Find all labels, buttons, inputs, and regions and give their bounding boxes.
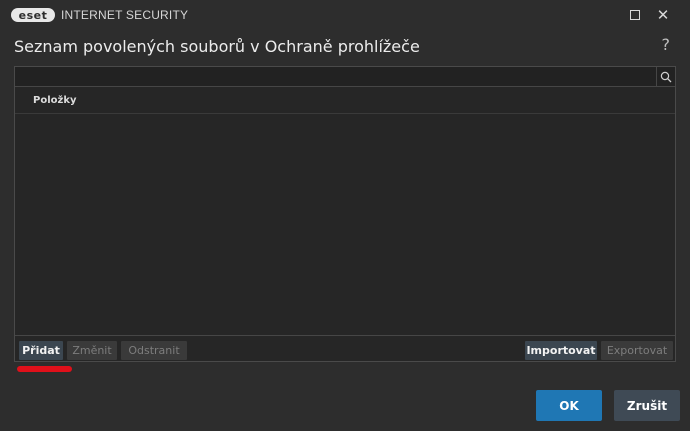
eset-logo: eset bbox=[11, 8, 55, 22]
list-toolbar: Přidat Změnit Odstranit Importovat Expor… bbox=[15, 335, 675, 361]
ok-button[interactable]: OK bbox=[536, 390, 602, 421]
items-list[interactable] bbox=[15, 115, 675, 335]
maximize-button[interactable] bbox=[624, 4, 646, 26]
help-icon[interactable]: ? bbox=[662, 35, 671, 54]
search-icon bbox=[660, 71, 672, 82]
export-button[interactable]: Exportovat bbox=[601, 341, 673, 360]
file-list-panel: Položky Přidat Změnit Odstranit Importov… bbox=[14, 66, 676, 362]
column-header-label: Položky bbox=[33, 95, 77, 106]
cancel-button[interactable]: Zrušit bbox=[614, 390, 680, 421]
dialog-title: Seznam povolených souborů v Ochraně proh… bbox=[14, 37, 420, 56]
title-bar: eset INTERNET SECURITY ✕ bbox=[0, 0, 690, 30]
highlight-underline bbox=[17, 366, 72, 372]
remove-button[interactable]: Odstranit bbox=[121, 341, 187, 360]
close-button[interactable]: ✕ bbox=[652, 4, 674, 26]
search-bar bbox=[15, 67, 675, 87]
column-header-items[interactable]: Položky bbox=[15, 87, 675, 114]
import-button[interactable]: Importovat bbox=[525, 341, 597, 360]
add-button[interactable]: Přidat bbox=[19, 341, 63, 360]
app-name: INTERNET SECURITY bbox=[61, 8, 189, 22]
search-input[interactable] bbox=[15, 67, 655, 86]
edit-button[interactable]: Změnit bbox=[67, 341, 117, 360]
close-icon: ✕ bbox=[656, 5, 670, 24]
search-button[interactable] bbox=[656, 67, 675, 86]
maximize-icon bbox=[630, 10, 640, 20]
